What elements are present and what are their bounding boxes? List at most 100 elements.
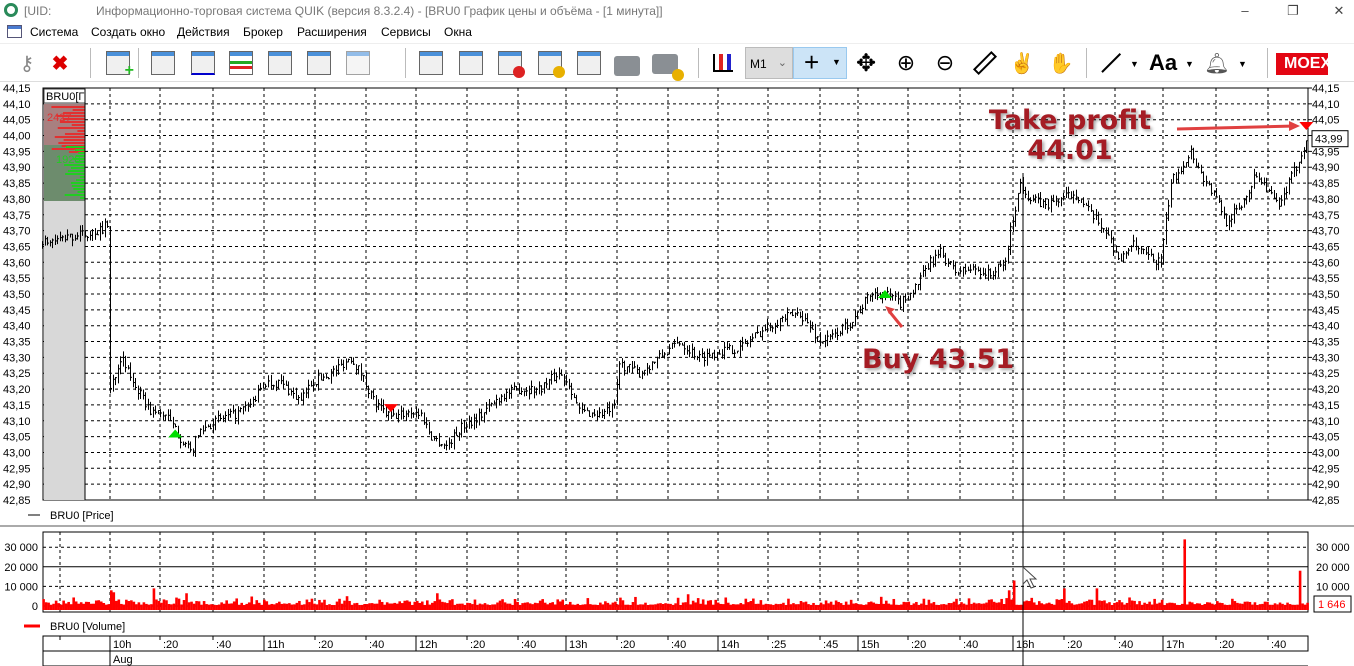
menu-system[interactable]: Система xyxy=(30,25,78,39)
volume-bar xyxy=(380,601,384,610)
volume-bar xyxy=(1000,598,1003,610)
volume-bar xyxy=(1165,603,1169,610)
time-tick-label: :25 xyxy=(771,639,786,651)
portfolio-money-icon[interactable] xyxy=(650,48,684,81)
volume-bar xyxy=(215,605,218,610)
volume-bar xyxy=(1233,601,1237,610)
volume-bar xyxy=(1017,604,1021,610)
price-tick-label: 43,55 xyxy=(1312,273,1340,285)
volume-bar xyxy=(473,599,477,610)
volume-bar xyxy=(1010,599,1013,610)
volume-bar xyxy=(731,604,735,610)
volume-bar xyxy=(864,604,868,610)
volume-bar xyxy=(315,604,319,610)
text-dropdown-icon[interactable]: ▼ xyxy=(1185,59,1194,69)
delete-window-icon[interactable] xyxy=(343,48,373,78)
disconnect-key-icon[interactable]: ✖ xyxy=(45,48,75,78)
volume-bar xyxy=(950,603,953,610)
chart-add-icon[interactable] xyxy=(708,48,738,78)
text-tool-icon[interactable]: Aa xyxy=(1146,48,1180,78)
alert-bell-icon[interactable]: 🔔︎ xyxy=(1202,48,1232,78)
volume-bar xyxy=(1083,601,1086,610)
volume-bar xyxy=(1216,601,1219,610)
crosshair-tool-button[interactable]: + ▼ xyxy=(793,47,847,79)
volume-bar xyxy=(202,601,206,610)
restore-button[interactable]: ❐ xyxy=(1270,0,1316,22)
zoom-in-icon[interactable]: ⊕ xyxy=(891,48,921,78)
volume-bar xyxy=(794,604,798,610)
price-volume-chart[interactable]: BRU0[Г 2427 1928 42,85 42,85 42,90 42,90 42,95… xyxy=(0,84,1354,666)
volume-bar xyxy=(323,599,326,610)
volume-bar xyxy=(200,604,203,610)
volume-bar xyxy=(812,602,815,610)
price-tick-label: 44,10 xyxy=(1312,99,1340,111)
volume-bar xyxy=(82,603,86,610)
volume-bar xyxy=(318,599,321,610)
new-window-icon[interactable]: + xyxy=(103,48,134,79)
time-tick-label: :20 xyxy=(163,639,178,651)
volume-bar xyxy=(729,604,733,610)
volume-bar xyxy=(719,603,723,610)
chart-window-icon[interactable] xyxy=(148,48,178,78)
time-tick-label: :20 xyxy=(1067,639,1082,651)
menu-broker[interactable]: Брокер xyxy=(243,25,283,39)
orderbook-window-icon[interactable] xyxy=(226,48,256,78)
menu-actions[interactable]: Действия xyxy=(177,25,230,39)
volume-bar xyxy=(340,603,344,610)
pointer-hand-icon[interactable]: ✌ xyxy=(1007,48,1037,78)
moex-button[interactable]: MOEX xyxy=(1276,53,1328,75)
volume-bar xyxy=(328,604,331,610)
timeframe-select[interactable]: M1 ⌄ xyxy=(745,47,793,79)
volume-bar xyxy=(1266,601,1269,610)
volume-bar xyxy=(1078,603,1081,610)
chart-window-menu-icon[interactable] xyxy=(7,25,22,38)
money-window-icon[interactable] xyxy=(535,48,565,78)
volume-bar xyxy=(799,600,803,610)
chevron-down-icon: ⌄ xyxy=(777,57,787,69)
volume-bar xyxy=(393,602,397,610)
volume-bar xyxy=(476,604,479,610)
menu-services[interactable]: Сервисы xyxy=(381,25,431,39)
portfolio-icon[interactable] xyxy=(612,48,642,78)
volume-bar xyxy=(353,603,356,610)
volume-bar xyxy=(1090,599,1094,610)
key-icon[interactable]: ⚷ xyxy=(12,48,42,78)
ask-level xyxy=(71,124,85,126)
ask-volume: 2427 xyxy=(47,112,71,124)
scatter-window-icon[interactable] xyxy=(188,48,218,78)
order-hand-icon[interactable] xyxy=(456,48,486,78)
line-tool-icon[interactable] xyxy=(1096,48,1126,78)
close-button[interactable]: ✕ xyxy=(1316,0,1354,22)
menu-extensions[interactable]: Расширения xyxy=(297,25,367,39)
volume-bar xyxy=(992,601,996,610)
print-window-icon[interactable] xyxy=(574,48,604,78)
volume-bar xyxy=(897,604,901,610)
volume-bar xyxy=(889,604,893,610)
volume-bar xyxy=(1075,604,1079,610)
move-icon[interactable]: ✥ xyxy=(851,48,881,78)
menu-windows[interactable]: Окна xyxy=(444,25,472,39)
hand-icon[interactable]: ✋ xyxy=(1046,48,1076,78)
menu-create-window[interactable]: Создать окно xyxy=(91,25,165,39)
volume-bar xyxy=(726,602,730,610)
stop-order-icon[interactable] xyxy=(495,48,525,78)
minimize-button[interactable]: – xyxy=(1222,0,1268,22)
volume-bar xyxy=(747,602,750,610)
volume-bar xyxy=(1143,602,1146,610)
zoom-out-icon[interactable]: ⊖ xyxy=(930,48,960,78)
volume-bar xyxy=(752,598,755,610)
volume-bar xyxy=(1188,601,1192,610)
price-bars xyxy=(42,140,1308,457)
line-dropdown-icon[interactable]: ▼ xyxy=(1130,59,1139,69)
ruler-icon[interactable] xyxy=(970,48,1000,78)
deals-window-icon[interactable] xyxy=(265,48,295,78)
volume-bar xyxy=(1053,604,1056,610)
settings-window-icon[interactable] xyxy=(304,48,334,78)
volume-bar xyxy=(285,603,289,610)
volume-bar xyxy=(84,601,88,610)
volume-bar xyxy=(802,602,805,610)
volume-bar xyxy=(584,604,587,610)
volume-bar xyxy=(533,602,537,610)
trade-icon[interactable] xyxy=(416,48,446,78)
alert-dropdown-icon[interactable]: ▼ xyxy=(1238,59,1247,69)
